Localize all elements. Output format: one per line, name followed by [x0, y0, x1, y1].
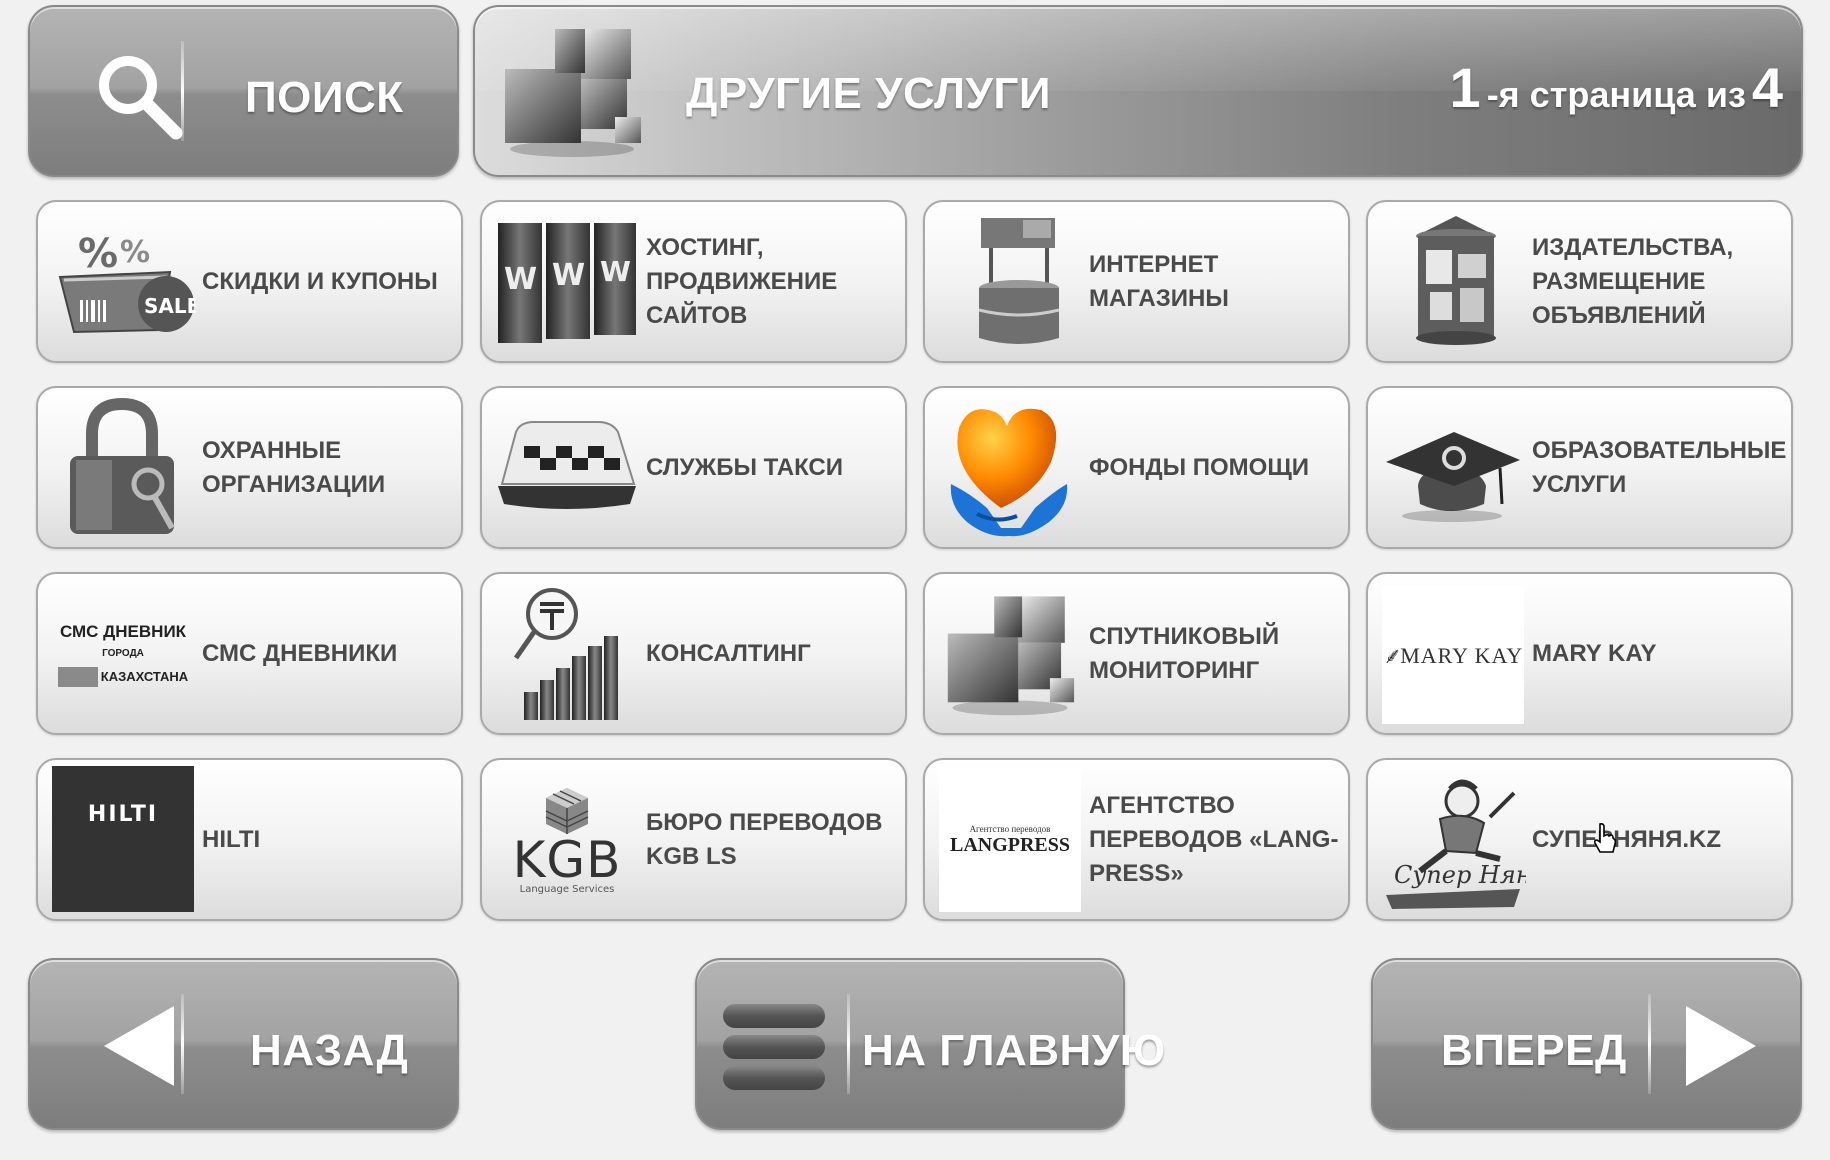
www-servers-icon: W W W [494, 212, 640, 352]
tile-label: ФОНДЫ ПОМОЩИ [1089, 453, 1310, 481]
sms-diary-logo: СМС ДНЕВНИК ГОРОДА КАЗАХСТАНА [50, 584, 196, 724]
tile-label: HILTI [202, 825, 261, 853]
page-total: 4 [1751, 56, 1783, 119]
tile-label: СУПЕРНЯНЯ.KZ [1532, 825, 1722, 853]
tile-mary-kay[interactable]: ⸙MARY KAY MARY KAY [1366, 572, 1793, 735]
tile-langpress[interactable]: Агентство переводов LANGPRESS АГЕНТСТВО … [923, 758, 1350, 921]
tile-label: СКИДКИ И КУПОНЫ [202, 267, 438, 295]
tile-discounts[interactable]: % % SALE СКИДКИ И КУПОНЫ [36, 200, 463, 363]
tile-online-shops[interactable]: ИНТЕРНЕТ МАГАЗИНЫ [923, 200, 1350, 363]
tile-label: ХОСТИНГ, ПРОДВИЖЕНИЕ САЙТОВ [646, 233, 838, 329]
stacked-bars-icon [723, 1004, 825, 1090]
back-button[interactable]: НАЗАД [28, 958, 459, 1130]
advertising-column-icon [1380, 212, 1526, 352]
page-current: 1 [1449, 56, 1481, 119]
page-header: ДРУГИЕ УСЛУГИ 1 -я страница из 4 [473, 5, 1803, 177]
svg-text:W: W [552, 258, 585, 293]
kiosk-stand-icon [937, 212, 1083, 352]
forward-button[interactable]: ВПЕРЕД [1371, 958, 1802, 1130]
super-nanny-logo: Супер Няня [1380, 770, 1526, 910]
hilti-logo: HILTI [52, 766, 194, 912]
hand-cursor-icon [1593, 822, 1616, 853]
tile-label: КОНСАЛТИНГ [646, 639, 811, 667]
tile-security[interactable]: ОХРАННЫЕ ОРГАНИЗАЦИИ [36, 386, 463, 549]
padlock-icon [50, 398, 196, 538]
mary-kay-logo: ⸙MARY KAY [1382, 586, 1524, 724]
tile-label: ОБРАЗОВАТЕЛЬНЫЕ УСЛУГИ [1532, 436, 1787, 498]
sale-basket-icon: % % SALE [50, 212, 196, 352]
tile-label: MARY KAY [1532, 639, 1657, 667]
svg-text:Супер Няня: Супер Няня [1394, 861, 1526, 889]
cubes-icon [505, 29, 641, 157]
tile-consulting[interactable]: КОНСАЛТИНГ [480, 572, 907, 735]
tile-charity[interactable]: ФОНДЫ ПОМОЩИ [923, 386, 1350, 549]
tile-hosting[interactable]: W W W ХОСТИНГ, ПРОДВИЖЕНИЕ САЙТОВ [480, 200, 907, 363]
kgb-logo: KGB Language Services [494, 770, 640, 910]
taxi-sign-icon [494, 398, 640, 538]
forward-label: ВПЕРЕД [1441, 1026, 1627, 1075]
tile-label: ИНТЕРНЕТ МАГАЗИНЫ [1089, 250, 1229, 312]
tile-satellite-monitoring[interactable]: СПУТНИКОВЫЙ МОНИТОРИНГ [923, 572, 1350, 735]
heart-in-hands-icon [937, 398, 1083, 538]
graduation-cap-icon [1380, 398, 1526, 538]
search-label: ПОИСК [245, 73, 404, 122]
tile-label: СПУТНИКОВЫЙ МОНИТОРИНГ [1089, 622, 1280, 684]
tile-label: АГЕНТСТВО ПЕРЕВОДОВ «LANG- PRESS» [1089, 791, 1339, 887]
tile-education[interactable]: ОБРАЗОВАТЕЛЬНЫЕ УСЛУГИ [1366, 386, 1793, 549]
cubes-icon [937, 584, 1083, 724]
page-indicator: 1 -я страница из 4 [1450, 55, 1783, 120]
svg-text:W: W [600, 255, 631, 288]
tile-kgb-translation[interactable]: KGB Language Services БЮРО ПЕРЕВОДОВ KGB… [480, 758, 907, 921]
tile-super-nanny[interactable]: Супер Няня СУПЕРНЯНЯ.KZ [1366, 758, 1793, 921]
tile-sms-diaries[interactable]: СМС ДНЕВНИК ГОРОДА КАЗАХСТАНА СМС ДНЕВНИ… [36, 572, 463, 735]
tile-label: БЮРО ПЕРЕВОДОВ KGB LS [646, 808, 883, 870]
tile-publishing[interactable]: ИЗДАТЕЛЬСТВА, РАЗМЕЩЕНИЕ ОБЪЯВЛЕНИЙ [1366, 200, 1793, 363]
arrow-right-icon [1686, 1006, 1756, 1086]
svg-text:SALE: SALE [144, 294, 196, 318]
search-button[interactable]: ПОИСК [28, 5, 459, 177]
tile-label: ИЗДАТЕЛЬСТВА, РАЗМЕЩЕНИЕ ОБЪЯВЛЕНИЙ [1532, 233, 1734, 329]
back-label: НАЗАД [250, 1026, 409, 1075]
tile-taxi[interactable]: СЛУЖБЫ ТАКСИ [480, 386, 907, 549]
home-label: НА ГЛАВНУЮ [862, 1026, 1166, 1075]
tile-label: ОХРАННЫЕ ОРГАНИЗАЦИИ [202, 436, 386, 498]
tile-label: СЛУЖБЫ ТАКСИ [646, 453, 844, 481]
page-title: ДРУГИЕ УСЛУГИ [686, 69, 1051, 118]
magnifier-icon [99, 56, 183, 140]
tile-hilti[interactable]: HILTI HILTI [36, 758, 463, 921]
tenge-growth-chart-icon [494, 584, 640, 724]
home-button[interactable]: НА ГЛАВНУЮ [695, 958, 1165, 1130]
svg-text:%: % [120, 235, 150, 270]
svg-text:%: % [78, 231, 118, 277]
svg-text:W: W [504, 262, 537, 297]
page-indicator-text: -я страница из [1486, 74, 1746, 115]
langpress-logo: Агентство переводов LANGPRESS [939, 768, 1081, 912]
arrow-left-icon [104, 1006, 174, 1086]
tile-label: СМС ДНЕВНИКИ [202, 639, 398, 667]
